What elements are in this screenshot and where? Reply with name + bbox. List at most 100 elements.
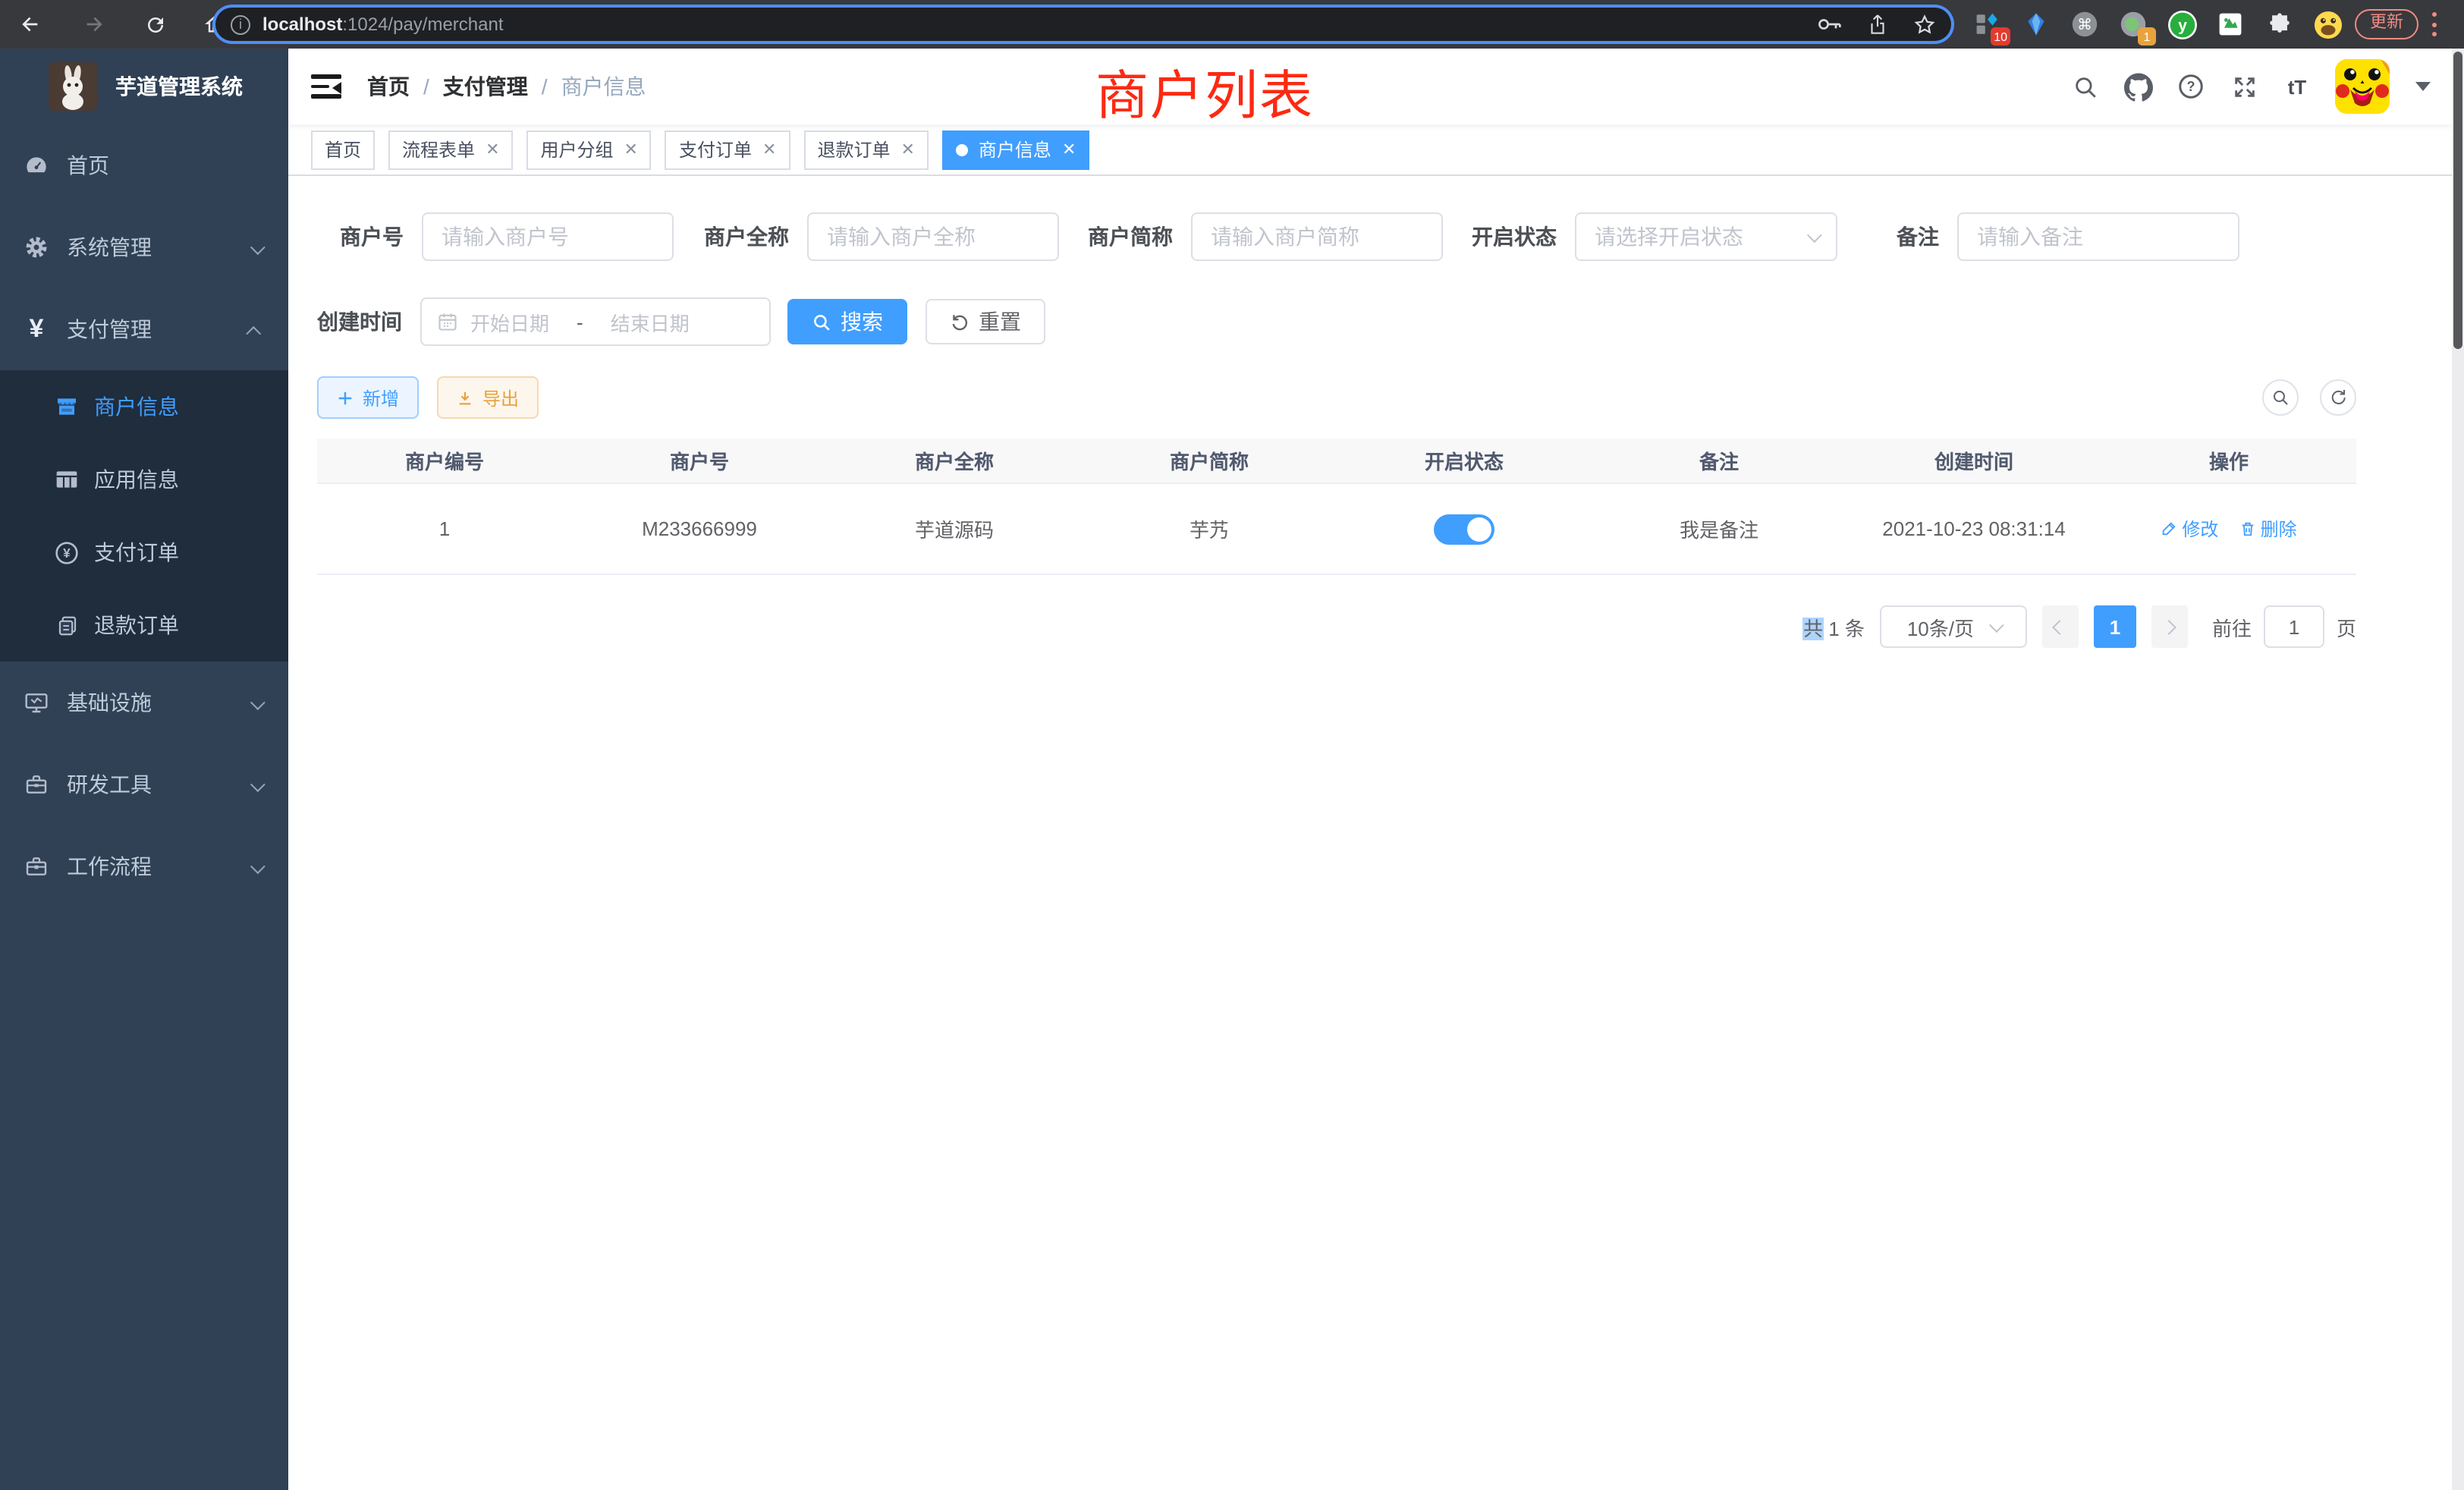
site-info-icon[interactable]: i — [231, 14, 250, 34]
svg-text:¥: ¥ — [63, 545, 71, 560]
search-button[interactable]: 搜索 — [787, 299, 907, 344]
sidebar-item-pay-order[interactable]: ¥ 支付订单 — [0, 516, 288, 589]
edit-icon — [2161, 520, 2177, 537]
page-number-1[interactable]: 1 — [2094, 605, 2136, 648]
tab-user-group[interactable]: 用户分组✕ — [527, 130, 652, 170]
sidebar-item-infra[interactable]: 基础设施 — [0, 662, 288, 743]
ext-command-icon[interactable]: ⌘ — [2070, 9, 2100, 39]
close-icon[interactable]: ✕ — [1062, 132, 1076, 168]
filter-label: 商户简称 — [1088, 222, 1191, 252]
tab-process-form[interactable]: 流程表单✕ — [388, 130, 513, 170]
plus-icon — [337, 389, 354, 406]
fontsize-icon[interactable]: tT — [2282, 71, 2312, 102]
prev-page-button[interactable] — [2042, 605, 2079, 648]
ext-gem-icon[interactable] — [2021, 9, 2051, 39]
scrollbar-thumb[interactable] — [2453, 52, 2462, 349]
col-header: 备注 — [1592, 446, 1846, 475]
ext-blocks-icon[interactable]: 10 — [1972, 9, 2003, 39]
navbar-actions: ? tT — [2070, 59, 2431, 114]
close-icon[interactable]: ✕ — [486, 132, 499, 168]
reset-icon — [950, 312, 970, 332]
coin-yen-icon: ¥ — [55, 540, 79, 564]
full-name-input[interactable] — [807, 212, 1059, 261]
ext-puzzle-icon[interactable] — [2264, 9, 2294, 39]
ext-circle-icon[interactable]: 1 — [2118, 9, 2148, 39]
close-icon[interactable]: ✕ — [900, 132, 914, 168]
caret-down-icon[interactable] — [2415, 82, 2431, 91]
ext-y-icon[interactable]: y — [2167, 9, 2197, 39]
merchant-no-input[interactable] — [422, 212, 674, 261]
yen-icon: ¥ — [24, 317, 49, 341]
ext-emoji-icon[interactable] — [2312, 9, 2343, 39]
goto-page-input[interactable] — [2264, 605, 2324, 648]
tab-merchant-info[interactable]: 商户信息✕ — [942, 130, 1089, 170]
breadcrumb-pay[interactable]: 支付管理 — [443, 71, 528, 102]
search-icon[interactable] — [2070, 71, 2100, 102]
tab-refund-order[interactable]: 退款订单✕ — [803, 130, 928, 170]
sidebar-item-home[interactable]: 首页 — [0, 124, 288, 206]
svg-text:⌘: ⌘ — [2077, 17, 2092, 33]
sidebar-item-app-info[interactable]: 应用信息 — [0, 443, 288, 516]
key-icon[interactable] — [1818, 17, 1842, 32]
chevron-down-icon — [1807, 227, 1822, 242]
url-bar[interactable]: i localhost:1024/pay/merchant — [215, 8, 1951, 41]
filter-row-2: 创建时间 开始日期 - 结束日期 搜索 重置 — [317, 297, 2423, 346]
sidebar-item-devtools[interactable]: 研发工具 — [0, 743, 288, 825]
help-icon[interactable]: ? — [2176, 71, 2206, 102]
status-select[interactable]: 请选择开启状态 — [1575, 212, 1837, 261]
close-icon[interactable]: ✕ — [624, 132, 638, 168]
breadcrumb-separator: / — [542, 74, 548, 99]
create-time-range-picker[interactable]: 开始日期 - 结束日期 — [420, 297, 771, 346]
short-name-input[interactable] — [1191, 212, 1443, 261]
add-button[interactable]: 新增 — [317, 376, 419, 419]
github-icon[interactable] — [2123, 71, 2153, 102]
col-header: 商户简称 — [1082, 446, 1337, 475]
chevron-down-icon — [1989, 617, 2004, 632]
delete-link[interactable]: 删除 — [2239, 516, 2297, 542]
merchant-table: 商户编号 商户号 商户全称 商户简称 开启状态 备注 创建时间 操作 1 M23… — [317, 439, 2356, 575]
sidebar-item-label: 支付订单 — [94, 537, 179, 567]
rabbit-logo — [49, 62, 97, 111]
export-button[interactable]: 导出 — [437, 376, 539, 419]
search-icon — [812, 312, 831, 332]
remark-input[interactable] — [1957, 212, 2239, 261]
ext-notes-icon[interactable] — [2215, 9, 2246, 39]
emoji-glyph — [2313, 10, 2342, 39]
close-icon[interactable]: ✕ — [762, 132, 776, 168]
refresh-icon — [2329, 388, 2347, 407]
edit-link[interactable]: 修改 — [2161, 516, 2218, 542]
sidebar-item-workflow[interactable]: 工作流程 — [0, 825, 288, 907]
table-search-toggle-button[interactable] — [2262, 379, 2299, 416]
sidebar-item-system[interactable]: 系统管理 — [0, 206, 288, 288]
ext-badge: 10 — [1991, 27, 2010, 46]
browser-refresh-button[interactable] — [134, 0, 176, 49]
table-refresh-button[interactable] — [2320, 379, 2356, 416]
sidebar-item-pay[interactable]: ¥ 支付管理 — [0, 288, 288, 370]
browser-update-button[interactable]: 更新 — [2355, 9, 2418, 39]
bookmark-star-icon[interactable] — [1913, 13, 1936, 36]
next-page-button[interactable] — [2151, 605, 2188, 648]
breadcrumb-home[interactable]: 首页 — [367, 71, 410, 102]
page-size-select[interactable]: 10条/页 — [1880, 605, 2027, 648]
avatar[interactable] — [2335, 59, 2390, 114]
cell-short-name: 芋艿 — [1082, 514, 1337, 543]
cell-full-name: 芋道源码 — [827, 514, 1082, 543]
trash-icon — [2239, 520, 2256, 537]
status-toggle[interactable] — [1434, 514, 1494, 544]
browser-menu-icon[interactable] — [2431, 12, 2437, 36]
sidebar-item-refund-order[interactable]: 退款订单 — [0, 589, 288, 662]
edit-link-label: 修改 — [2182, 516, 2218, 542]
pikachu-avatar-image — [2335, 59, 2390, 114]
browser-back-button[interactable] — [9, 0, 52, 49]
breadcrumb: 首页 / 支付管理 / 商户信息 — [367, 71, 646, 102]
hamburger-icon[interactable] — [311, 74, 341, 99]
browser-forward-button[interactable] — [73, 0, 115, 49]
tab-home[interactable]: 首页 — [311, 130, 375, 170]
fullscreen-icon[interactable] — [2229, 71, 2259, 102]
app-logo-row[interactable]: 芋道管理系统 — [0, 49, 288, 124]
share-icon[interactable] — [1868, 13, 1887, 36]
reset-button[interactable]: 重置 — [926, 299, 1045, 344]
tab-pay-order[interactable]: 支付订单✕ — [665, 130, 790, 170]
sidebar-item-merchant-info[interactable]: 商户信息 — [0, 370, 288, 443]
page-scrollbar[interactable] — [2452, 49, 2464, 1490]
